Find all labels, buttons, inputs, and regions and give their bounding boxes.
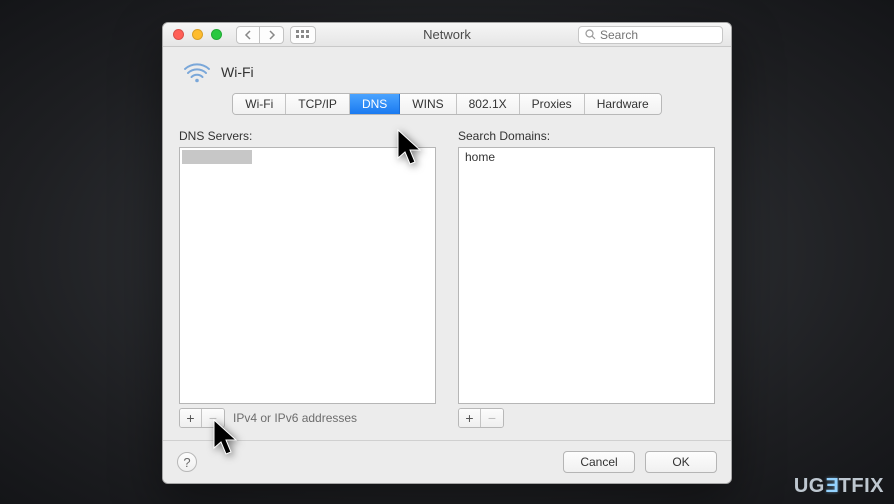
minimize-button[interactable] bbox=[192, 29, 203, 40]
search-domains-pane: Search Domains: home + − bbox=[458, 129, 715, 428]
ok-button[interactable]: OK bbox=[645, 451, 717, 473]
tab-wifi[interactable]: Wi-Fi bbox=[233, 94, 286, 114]
window-body: Wi-Fi Wi-Fi TCP/IP DNS WINS 802.1X Proxi… bbox=[163, 47, 731, 440]
window-footer: ? Cancel OK bbox=[163, 440, 731, 483]
search-domain-entry[interactable]: home bbox=[459, 148, 714, 166]
traffic-lights bbox=[163, 29, 222, 40]
nav-back-forward bbox=[236, 26, 284, 44]
search-domains-footer: + − bbox=[458, 404, 715, 428]
dns-servers-pane: DNS Servers: + − IPv4 or IPv6 addresses bbox=[179, 129, 436, 428]
zoom-button[interactable] bbox=[211, 29, 222, 40]
network-preferences-window: Network Wi-Fi Wi-Fi TCP/IP DNS WINS 802.… bbox=[162, 22, 732, 484]
interface-name: Wi-Fi bbox=[221, 64, 254, 80]
tab-proxies[interactable]: Proxies bbox=[520, 94, 585, 114]
watermark: UGETFIX bbox=[794, 475, 884, 498]
dns-servers-label: DNS Servers: bbox=[179, 129, 436, 143]
watermark-left: UG bbox=[794, 475, 825, 498]
help-button[interactable]: ? bbox=[177, 452, 197, 472]
watermark-right: TFIX bbox=[839, 475, 884, 498]
search-input[interactable] bbox=[600, 28, 716, 42]
forward-button[interactable] bbox=[260, 26, 284, 44]
tab-tcpip[interactable]: TCP/IP bbox=[286, 94, 350, 114]
tab-bar: Wi-Fi TCP/IP DNS WINS 802.1X Proxies Har… bbox=[179, 93, 715, 115]
chevron-left-icon bbox=[244, 30, 252, 40]
dns-servers-footer: + − IPv4 or IPv6 addresses bbox=[179, 404, 436, 428]
search-domains-label: Search Domains: bbox=[458, 129, 715, 143]
search-field[interactable] bbox=[578, 26, 723, 44]
watermark-mid: E bbox=[825, 475, 839, 498]
dns-servers-list[interactable] bbox=[179, 147, 436, 404]
dns-add-button[interactable]: + bbox=[180, 409, 202, 427]
domains-plus-minus: + − bbox=[458, 408, 504, 428]
tab-hardware[interactable]: Hardware bbox=[585, 94, 661, 114]
domains-remove-button[interactable]: − bbox=[481, 409, 503, 427]
close-button[interactable] bbox=[173, 29, 184, 40]
chevron-right-icon bbox=[268, 30, 276, 40]
search-domains-list[interactable]: home bbox=[458, 147, 715, 404]
interface-header: Wi-Fi bbox=[179, 57, 715, 93]
dns-hint: IPv4 or IPv6 addresses bbox=[233, 411, 357, 425]
domains-add-button[interactable]: + bbox=[459, 409, 481, 427]
wifi-icon bbox=[183, 61, 211, 83]
dns-remove-button[interactable]: − bbox=[202, 409, 224, 427]
back-button[interactable] bbox=[236, 26, 260, 44]
grid-icon bbox=[296, 30, 310, 40]
titlebar: Network bbox=[163, 23, 731, 47]
tab-8021x[interactable]: 802.1X bbox=[457, 94, 520, 114]
tab-dns[interactable]: DNS bbox=[350, 94, 400, 114]
dns-server-entry[interactable] bbox=[182, 150, 252, 164]
dns-plus-minus: + − bbox=[179, 408, 225, 428]
panes: DNS Servers: + − IPv4 or IPv6 addresses … bbox=[179, 129, 715, 428]
tabs: Wi-Fi TCP/IP DNS WINS 802.1X Proxies Har… bbox=[232, 93, 661, 115]
tab-wins[interactable]: WINS bbox=[400, 94, 456, 114]
search-icon bbox=[585, 29, 596, 40]
cancel-button[interactable]: Cancel bbox=[563, 451, 635, 473]
show-all-button[interactable] bbox=[290, 26, 316, 44]
